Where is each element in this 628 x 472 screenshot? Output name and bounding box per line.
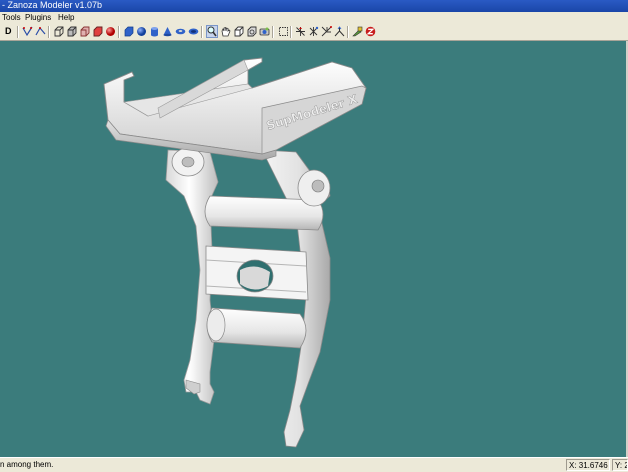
toolbar: D [0,24,628,41]
cylinder-primitive-icon[interactable] [148,25,160,38]
sphere-primitive-icon[interactable] [135,25,147,38]
menu-help[interactable]: Help [58,12,74,24]
cube-flat-icon[interactable] [78,25,90,38]
toolbar-letter[interactable]: D [5,26,12,36]
coord-y-readout: Y: 21 [612,459,628,471]
zanoza-logo-icon[interactable] [364,25,376,38]
select-box-icon[interactable] [277,25,289,38]
3d-model: SupModeler X [103,57,367,448]
menu-bar: Tools Plugins Help [0,12,628,24]
paint-icon[interactable] [351,25,363,38]
pan-icon[interactable] [219,25,231,38]
rotate-view-icon[interactable] [232,25,244,38]
cube-red-icon[interactable] [91,25,103,38]
cube-solid-icon[interactable] [65,25,77,38]
tube-primitive-icon[interactable] [187,25,199,38]
camera-icon[interactable] [258,25,270,38]
cone-primitive-icon[interactable] [161,25,173,38]
window-title: - Zanoza Modeler v1.07b [2,0,103,10]
menu-tools[interactable]: Tools [2,12,21,24]
extrude-icon[interactable] [333,25,345,38]
title-bar: - Zanoza Modeler v1.07b [0,0,628,12]
move-icon[interactable] [294,25,306,38]
menu-plugins[interactable]: Plugins [25,12,51,24]
status-message: n among them. [0,460,54,469]
3d-viewport[interactable]: SupModeler X [0,41,628,457]
torus-primitive-icon[interactable] [174,25,186,38]
cube-wire-icon[interactable] [52,25,64,38]
zoom-icon[interactable] [206,25,218,38]
scale-icon[interactable] [320,25,332,38]
select-vertices-icon[interactable] [21,25,33,38]
fit-view-icon[interactable] [245,25,257,38]
status-bar: n among them. X: 31.6746 Y: 21 [0,457,628,472]
rotate-icon[interactable] [307,25,319,38]
select-edges-icon[interactable] [34,25,46,38]
coord-x-readout: X: 31.6746 [566,459,610,471]
sphere-red-icon[interactable] [104,25,116,38]
box-primitive-icon[interactable] [122,25,134,38]
